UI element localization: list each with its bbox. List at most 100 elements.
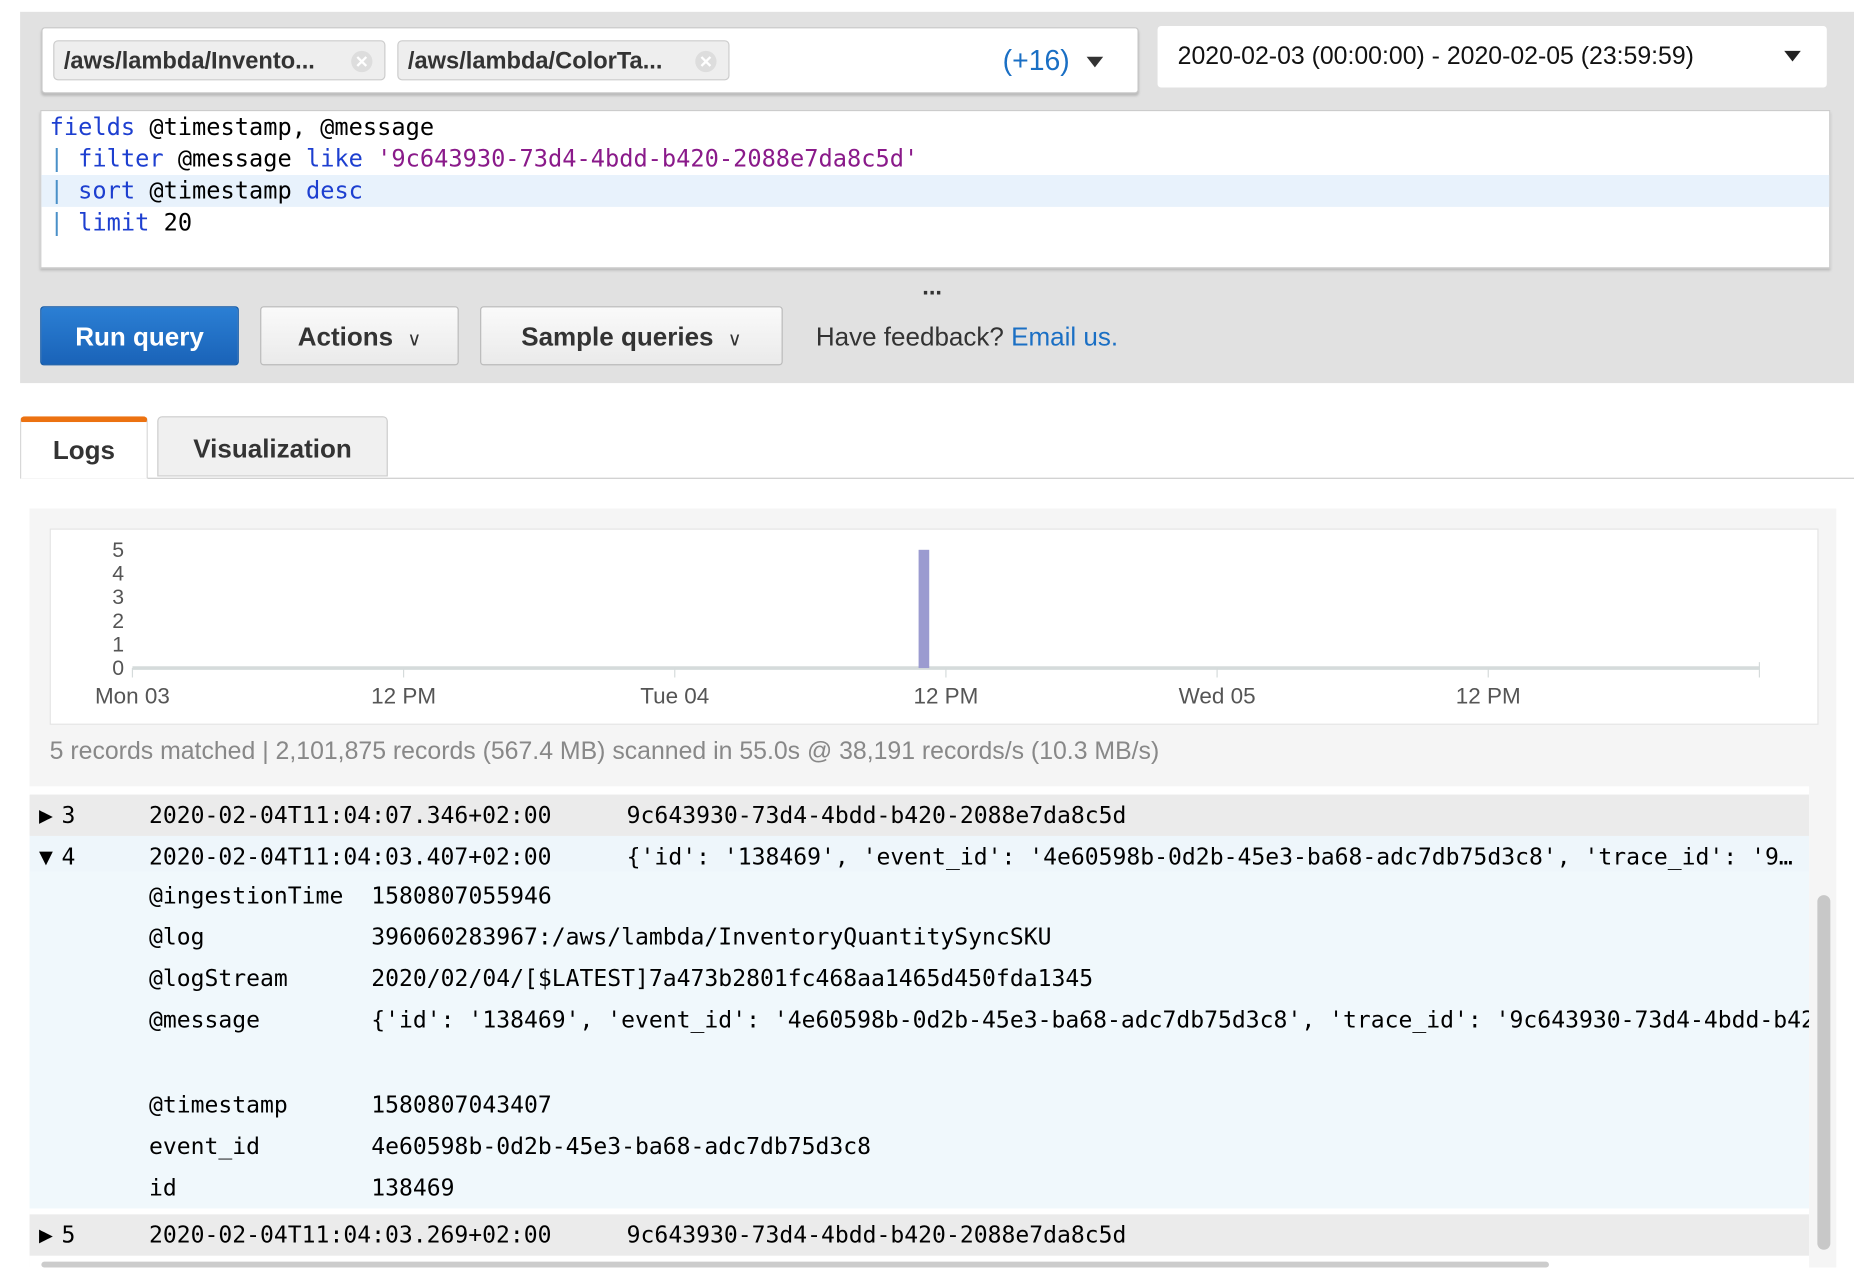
detail-field: @log 396060283967:/aws/lambda/InventoryQu… [30, 916, 1810, 957]
y-tick-label: 1 [112, 633, 124, 657]
row-timestamp: 2020-02-04T11:04:07.346+02:00 [148, 801, 552, 829]
actions-button[interactable]: Actions ∨ [260, 306, 459, 366]
field-value: 4e60598b-0d2b-45e3-ba68-adc7db75d3c8 [371, 1132, 872, 1160]
y-tick-label: 3 [112, 585, 124, 609]
query-token: desc [305, 176, 363, 205]
field-key: event_id [148, 1132, 261, 1160]
caret-down-icon [1087, 56, 1104, 68]
query-panel: /aws/lambda/Invento... ✕ /aws/lambda/Colo… [20, 11, 1854, 384]
query-line[interactable]: | sort @timestamp desc [41, 174, 1830, 207]
x-tick-label: 12 PM [913, 684, 978, 709]
sample-queries-button[interactable]: Sample queries ∨ [480, 306, 783, 366]
query-token: fields [49, 112, 136, 141]
field-key: @logStream [148, 964, 288, 993]
chevron-down-icon: ∨ [727, 329, 742, 350]
table-row[interactable]: ▶ 3 2020-02-04T11:04:07.346+02:00 9c643930-… [29, 794, 1810, 836]
log-group-selector[interactable]: /aws/lambda/Invento... ✕ /aws/lambda/Colo… [41, 27, 1139, 94]
field-value: 2020/02/04/[$LATEST]7a473b2801fc468aa146… [371, 964, 1094, 993]
query-token: 20 [149, 208, 193, 237]
expand-icon[interactable]: ▶ [39, 1214, 53, 1255]
y-tick-label: 5 [112, 538, 124, 562]
sample-queries-label: Sample queries [521, 321, 714, 352]
x-tick-label: 12 PM [371, 684, 436, 709]
tab-visualization[interactable]: Visualization [157, 416, 388, 477]
field-value: 1580807043407 [371, 1091, 552, 1119]
vertical-scrollbar[interactable] [1817, 895, 1831, 1250]
field-key: @ingestionTime [148, 882, 344, 910]
query-token: sort [78, 176, 136, 205]
log-group-chip[interactable]: /aws/lambda/ColorTa... ✕ [397, 40, 730, 81]
resize-handle[interactable]: ... [922, 274, 942, 301]
email-us-link[interactable]: Email us. [1011, 322, 1118, 352]
caret-down-icon [1784, 50, 1801, 62]
field-key: @message [148, 1006, 261, 1034]
x-tick-label: 12 PM [1456, 684, 1521, 709]
detail-field: @message {'id': '138469', 'event_id': '4e… [30, 999, 1809, 1040]
date-range-picker[interactable]: 2020-02-03 (00:00:00) - 2020-02-05 (23:5… [1157, 26, 1827, 88]
query-token [363, 144, 377, 172]
actions-label: Actions [297, 321, 394, 352]
x-tick-label: Mon 03 [95, 684, 170, 709]
more-log-groups[interactable]: (+16) [1003, 45, 1104, 78]
feedback: Have feedback? Email us. [816, 322, 1118, 353]
detail-field: @ingestionTime 1580807055946 [30, 875, 1810, 916]
field-key: id [148, 1174, 177, 1202]
table-row[interactable]: ▶ 5 2020-02-04T11:04:03.269+02:00 9c643930-… [29, 1214, 1810, 1256]
histogram-chart: 0 1 2 3 4 5 Mon 03 12 PM Tue 04 12 PM Wed 05 12 PM [49, 528, 1819, 725]
query-line[interactable]: | filter @message like '9c643930-73d4-4b… [41, 143, 1829, 175]
more-count: (+16) [1002, 44, 1070, 77]
tab-logs[interactable]: Logs [20, 416, 148, 479]
horizontal-scrollbar[interactable] [41, 1261, 1549, 1268]
query-line[interactable]: | limit 20 [41, 207, 1829, 239]
field-key: @log [148, 923, 205, 951]
histogram-svg: 012345 Mon 03 12 PM Tue 04 12 PM Wed 05 12 PM [95, 538, 1761, 709]
query-token: '9c643930-73d4-4bdd-b420-2088e7da8c5d' [377, 144, 919, 173]
detail-field: @timestamp 1580807043407 [30, 1084, 1810, 1125]
y-tick-label: 2 [112, 609, 124, 633]
chevron-down-icon: ∨ [407, 329, 422, 350]
row-message: 9c643930-73d4-4bdd-b420-2088e7da8c5d [626, 1221, 1127, 1249]
field-value: 396060283967:/aws/lambda/InventoryQuanti… [371, 923, 1052, 951]
query-editor[interactable]: fields @timestamp, @message | filter @mes… [40, 109, 1831, 269]
query-summary: 5 records matched | 2,101,875 records (5… [49, 737, 1160, 766]
expand-icon[interactable]: ▶ [39, 795, 53, 836]
row-detail: @ingestionTime 1580807055946 @log 39606028… [29, 871, 1810, 1209]
query-token: @timestamp, @message [135, 112, 435, 141]
query-token: limit [78, 208, 150, 237]
y-tick-label: 4 [112, 562, 124, 586]
query-token: | [49, 208, 79, 237]
detail-field: event_id 4e60598b-0d2b-45e3-ba68-adc7db75… [30, 1126, 1810, 1167]
x-tick-label: Wed 05 [1179, 684, 1256, 709]
field-key: @timestamp [148, 1091, 288, 1119]
run-query-button[interactable]: Run query [40, 306, 239, 366]
x-tick-label: Tue 04 [640, 684, 709, 709]
log-table: ▶ 3 2020-02-04T11:04:07.346+02:00 9c643930-… [29, 786, 1810, 1268]
row-message: 9c643930-73d4-4bdd-b420-2088e7da8c5d [626, 801, 1127, 829]
detail-field: id 138469 [30, 1167, 1810, 1208]
query-token: filter [78, 144, 164, 173]
results-panel: 0 1 2 3 4 5 Mon 03 12 PM Tue 04 12 PM Wed 05 12 PM … [29, 508, 1837, 1268]
field-value: {'id': '138469', 'event_id': '4e60598b-0… [371, 1006, 1809, 1034]
row-number: 3 [61, 801, 76, 829]
query-token: like [305, 144, 363, 173]
chip-label: /aws/lambda/ColorTa... [407, 48, 663, 75]
field-value: 138469 [371, 1174, 455, 1202]
remove-icon[interactable]: ✕ [351, 50, 373, 73]
query-token: | [49, 176, 79, 205]
detail-field: @logStream 2020/02/04/[$LATEST]7a473b2801… [30, 958, 1810, 999]
y-tick-label: 0 [112, 656, 124, 680]
log-group-chip[interactable]: /aws/lambda/Invento... ✕ [53, 40, 386, 81]
query-token: | [49, 144, 79, 173]
result-tabs: Logs Visualization [20, 416, 1854, 479]
query-token: @timestamp [135, 176, 306, 205]
chip-label: /aws/lambda/Invento... [63, 48, 315, 75]
feedback-text: Have feedback? [815, 321, 1004, 352]
field-value: 1580807055946 [371, 882, 552, 910]
remove-icon[interactable]: ✕ [695, 50, 717, 73]
date-range-label: 2020-02-03 (00:00:00) - 2020-02-05 (23:5… [1177, 42, 1694, 70]
histogram-bar [918, 549, 930, 669]
row-timestamp: 2020-02-04T11:04:03.269+02:00 [148, 1221, 552, 1249]
row-number: 5 [61, 1221, 76, 1249]
query-line[interactable]: fields @timestamp, @message [41, 111, 1829, 143]
query-token: @message [163, 144, 306, 173]
